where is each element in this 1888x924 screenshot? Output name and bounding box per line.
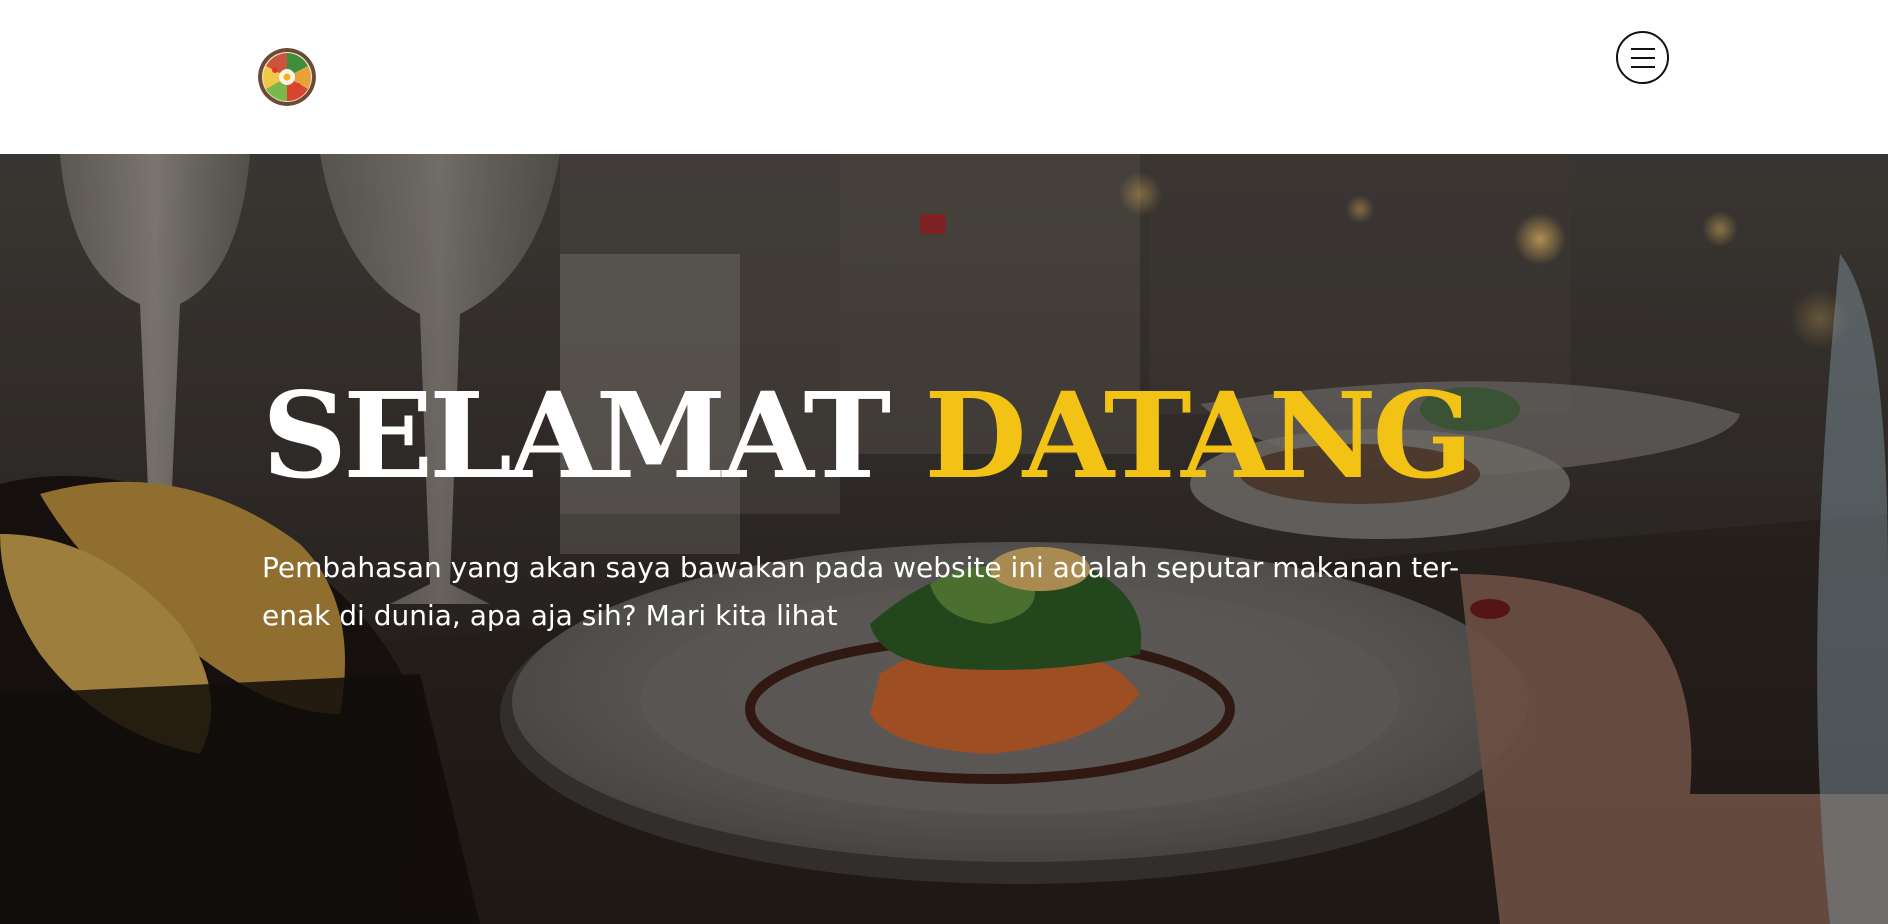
site-header — [0, 0, 1888, 154]
hero-section: SELAMAT DATANG Pembahasan yang akan saya… — [0, 154, 1888, 924]
hero-title-welcome: SELAMAT — [262, 366, 891, 505]
food-bowl-logo-icon[interactable] — [258, 48, 316, 106]
hero-title: SELAMAT DATANG — [262, 376, 1562, 496]
hero-subtitle: Pembahasan yang akan saya bawakan pada w… — [262, 551, 1460, 632]
hamburger-menu-icon — [1630, 47, 1655, 68]
menu-button[interactable] — [1616, 31, 1669, 84]
hero-title-accent: DATANG — [924, 366, 1473, 505]
hero-content: SELAMAT DATANG Pembahasan yang akan saya… — [262, 376, 1562, 640]
